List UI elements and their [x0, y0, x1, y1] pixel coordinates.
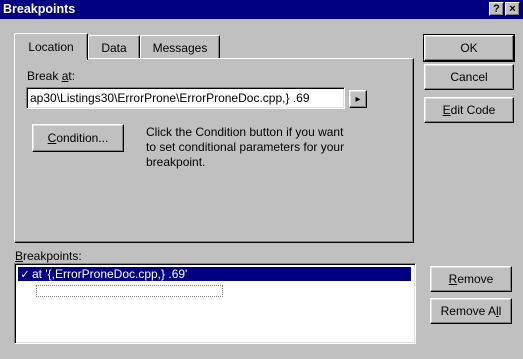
breakpoints-label: Breakpoints: — [15, 249, 82, 263]
help-button[interactable]: ? — [489, 2, 504, 16]
edit-code-button[interactable]: Edit Code — [424, 97, 514, 123]
break-at-value: ap30\Listings30\ErrorProne\ErrorProneDoc… — [30, 91, 310, 105]
remove-button[interactable]: Remove — [430, 266, 512, 292]
break-at-input[interactable]: ap30\Listings30\ErrorProne\ErrorProneDoc… — [26, 87, 345, 109]
tab-data[interactable]: Data — [88, 35, 140, 59]
right-arrow-icon: ▸ — [355, 93, 361, 105]
title-bar: Breakpoints — [0, 0, 523, 19]
tab-location[interactable]: Location — [14, 33, 88, 60]
ok-button[interactable]: OK — [423, 34, 515, 62]
remove-all-button[interactable]: Remove All — [430, 298, 512, 324]
checkbox-checked-icon[interactable]: ✓ — [19, 268, 31, 281]
active-tab-join — [15, 58, 87, 60]
breakpoints-list[interactable]: ✓ at '{,ErrorProneDoc.cpp,} .69' — [14, 263, 416, 344]
tab-messages[interactable]: Messages — [140, 35, 220, 59]
cancel-button[interactable]: Cancel — [424, 64, 514, 90]
tab-data-label: Data — [101, 40, 127, 55]
break-at-menu-button[interactable]: ▸ — [349, 90, 367, 108]
list-item[interactable]: ✓ at '{,ErrorProneDoc.cpp,} .69' — [18, 267, 411, 281]
condition-help-text: Click the Condition button if you want t… — [146, 125, 345, 169]
close-button[interactable]: × — [505, 2, 520, 16]
tab-messages-label: Messages — [152, 40, 208, 55]
condition-button[interactable]: Condition... — [32, 124, 124, 152]
new-breakpoint-slot[interactable] — [36, 285, 223, 297]
breakpoint-text: at '{,ErrorProneDoc.cpp,} .69' — [32, 267, 188, 281]
tab-location-label: Location — [28, 40, 74, 54]
break-at-label: Break at: — [27, 69, 76, 83]
window-title: Breakpoints — [3, 2, 76, 16]
